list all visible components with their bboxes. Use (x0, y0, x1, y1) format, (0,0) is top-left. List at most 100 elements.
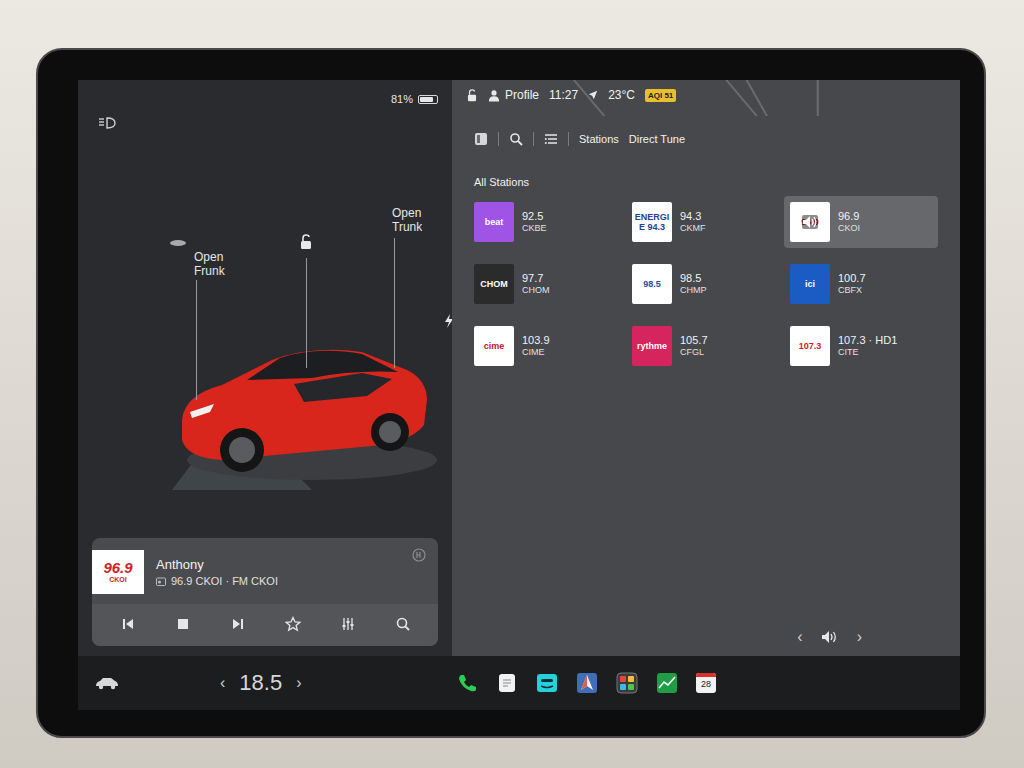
toolbar-tab[interactable]: Stations (579, 131, 619, 147)
station-frequency: 103.9 (522, 334, 550, 347)
open-trunk-button[interactable]: Open Trunk (392, 206, 432, 234)
notes-icon[interactable] (496, 672, 518, 694)
media-controls (92, 604, 438, 646)
station-item[interactable]: ici100.7CBFX (790, 258, 938, 310)
station-logo: cime (474, 326, 514, 366)
station-frequency: 105.7 (680, 334, 708, 347)
queue-list-icon[interactable] (544, 132, 558, 146)
station-logo-text: CHOM (480, 279, 508, 289)
station-grid: beat92.5CKBEENERGIE 94.394.3CKMF96.996.9… (474, 196, 946, 372)
station-info: 100.7CBFX (838, 272, 866, 296)
station-callsign: CHMP (680, 285, 707, 296)
station-frequency: 96.9 (838, 210, 860, 223)
auto-headlights-icon[interactable] (98, 116, 118, 130)
air-quality-badge: AQI 51 (645, 89, 676, 102)
navigation-icon[interactable] (576, 672, 598, 694)
volume-down-button[interactable]: ‹ (793, 628, 806, 646)
station-item[interactable]: cime103.9CIME (474, 320, 622, 372)
main-area: 81%Open FrunkOpen Trunk96.9CKOIAnthony96… (78, 80, 960, 656)
station-subtitle: 96.9 CKOI · FM CKOI (156, 575, 400, 587)
now-playing-logo: 96.9CKOI (92, 550, 144, 594)
temperature-down-button[interactable]: ‹ (216, 674, 229, 692)
temperature-up-button[interactable]: › (292, 674, 305, 692)
radio-panel: Profile11:2723°CAQI 51StationsDirect Tun… (452, 80, 960, 656)
battery-row: 81% (92, 90, 438, 108)
unlock-icon[interactable] (299, 234, 313, 250)
frunk-leader-line (196, 280, 197, 400)
station-info: 96.9CKOI (838, 210, 860, 234)
station-item[interactable]: ENERGIE 94.394.3CKMF (632, 196, 780, 248)
calendar-day: 28 (701, 677, 711, 691)
station-frequency: 92.5 (522, 210, 547, 223)
volume-up-button[interactable]: › (853, 628, 866, 646)
station-info: 98.5CHMP (680, 272, 707, 296)
headlight-row (92, 108, 438, 130)
clock: 11:27 (549, 88, 578, 102)
trunk-leader-line (394, 238, 395, 368)
climate-control: ‹ 18.5 › (216, 670, 305, 696)
amazon-music-icon[interactable] (536, 672, 558, 694)
touch-screen: 81%Open FrunkOpen Trunk96.9CKOIAnthony96… (78, 80, 960, 710)
now-playing-speaker-icon (802, 215, 818, 229)
station-item[interactable]: beat92.5CKBE (474, 196, 622, 248)
station-item[interactable]: 107.3107.3 · HD1CITE (790, 320, 938, 372)
now-playing: 96.9CKOI Anthony 96.9 CKOI · FM CKOI (92, 538, 438, 604)
phone-icon[interactable] (456, 672, 478, 694)
track-title: Anthony (156, 557, 400, 572)
previous-icon[interactable] (120, 616, 136, 632)
station-item[interactable]: CHOM97.7CHOM (474, 258, 622, 310)
station-frequency: 100.7 (838, 272, 866, 285)
search-icon[interactable] (395, 616, 411, 632)
logo-callsign: CKOI (109, 576, 127, 584)
speaker-icon[interactable] (821, 630, 839, 644)
search-icon[interactable] (509, 132, 523, 146)
station-logo-text: cime (484, 341, 505, 351)
open-frunk-button[interactable]: Open Frunk (194, 250, 234, 278)
media-player: 96.9CKOI Anthony 96.9 CKOI · FM CKOI (92, 538, 438, 646)
station-callsign: CHOM (522, 285, 550, 296)
frunk-marker (170, 240, 186, 246)
section-title: All Stations (474, 176, 946, 188)
lock-leader-line (306, 258, 307, 368)
station-callsign: CKOI (838, 223, 860, 234)
person-icon (488, 89, 500, 102)
station-item[interactable]: 96.996.9CKOI (784, 196, 938, 248)
favorite-star-icon[interactable] (285, 616, 301, 632)
energy-chart-icon[interactable] (656, 672, 678, 694)
battery-icon (418, 95, 438, 104)
station-logo-text: 98.5 (643, 279, 661, 289)
radio-icon (156, 576, 166, 586)
station-logo: 96.9 (790, 202, 830, 242)
station-item[interactable]: 98.598.5CHMP (632, 258, 780, 310)
toolbar-separator (498, 132, 499, 146)
screen-bezel: 81%Open FrunkOpen Trunk96.9CKOIAnthony96… (36, 48, 986, 738)
station-info: 107.3 · HD1CITE (838, 334, 897, 358)
stop-icon[interactable] (175, 616, 191, 632)
toolbar-separator (533, 132, 534, 146)
station-info: 94.3CKMF (680, 210, 706, 234)
page: 81%Open FrunkOpen Trunk96.9CKOIAnthony96… (0, 0, 1024, 768)
logo-frequency: 96.9 (103, 560, 132, 576)
toolbar-tab[interactable]: Direct Tune (629, 131, 685, 147)
cabin-temperature: 18.5 (239, 670, 282, 696)
station-logo: beat (474, 202, 514, 242)
dock-left: ‹ 18.5 › (78, 670, 452, 696)
station-logo: 98.5 (632, 264, 672, 304)
calendar-app[interactable]: 28 (696, 673, 716, 693)
calendar-header (696, 673, 716, 677)
hd-radio-icon (412, 548, 426, 562)
source-panel-icon[interactable] (474, 132, 488, 146)
station-frequency: 98.5 (680, 272, 707, 285)
station-logo-text: rythme (637, 341, 667, 351)
station-item[interactable]: rythme105.7CFGL (632, 320, 780, 372)
car-controls-icon[interactable] (94, 676, 120, 690)
station-callsign: CITE (838, 347, 897, 358)
next-icon[interactable] (230, 616, 246, 632)
location-arrow-icon (588, 90, 598, 100)
car-model-icon (162, 300, 442, 490)
battery-fill (420, 97, 433, 102)
equalizer-icon[interactable] (340, 616, 356, 632)
app-drawer-icon[interactable] (616, 672, 638, 694)
unlock-icon[interactable] (466, 89, 478, 102)
profile-button[interactable]: Profile (488, 88, 539, 102)
